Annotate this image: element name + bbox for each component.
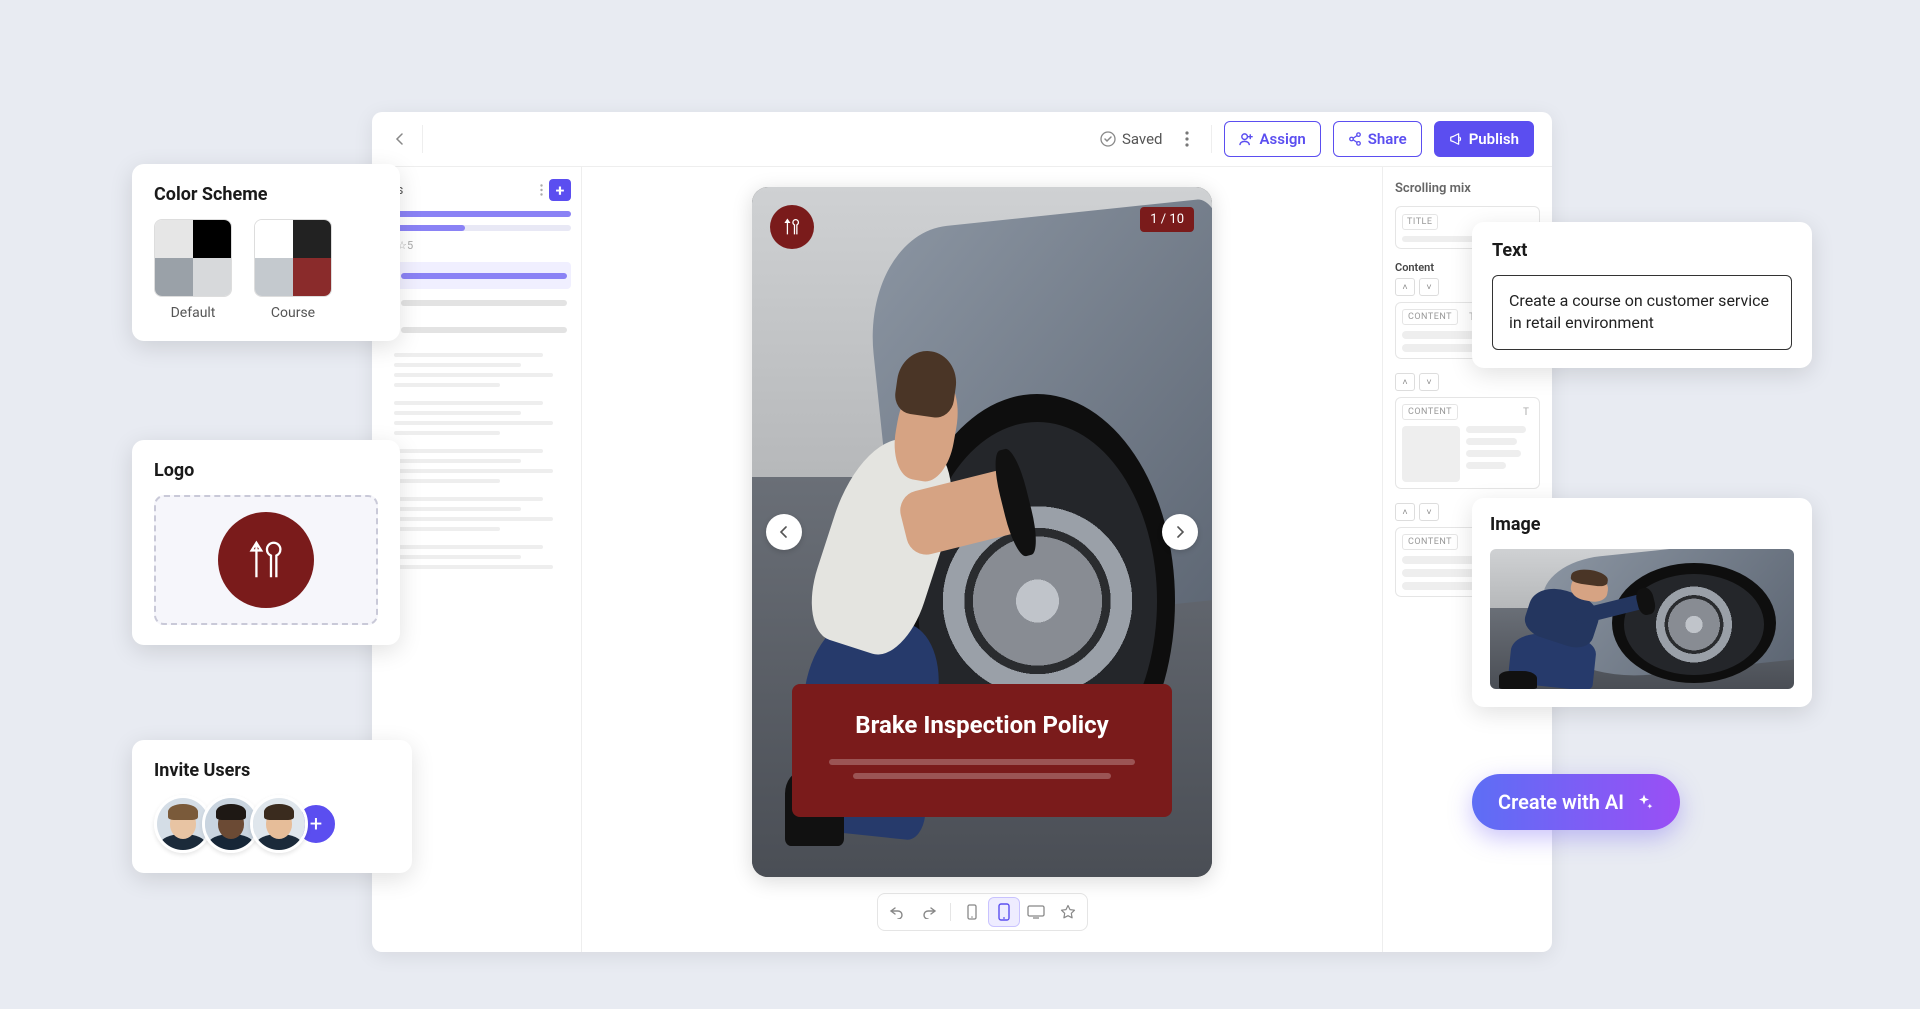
course-swatch-label: Course [271,305,315,321]
vertical-dots-icon [1185,131,1189,147]
text-icon[interactable]: T [1519,405,1533,419]
add-slide-button[interactable]: + [549,179,571,201]
phone-small-button[interactable] [957,898,987,926]
prev-slide-button[interactable] [766,514,802,550]
divider [422,125,423,153]
divider [1211,125,1212,153]
color-scheme-card: Color Scheme Default Course [132,164,400,341]
move-down-button[interactable]: ˅ [1419,373,1439,391]
collapse-sidebar-button[interactable] [390,129,410,149]
slide-notes-placeholder [394,401,571,435]
course-icon-badge [770,205,814,249]
color-scheme-default[interactable] [154,219,232,297]
more-menu-button[interactable] [1175,127,1199,151]
slide-notes-placeholder [394,497,571,531]
image-block-popup: Image [1472,498,1812,707]
move-down-button[interactable]: ˅ [1419,278,1439,296]
phone-icon [967,904,977,920]
tools-icon [243,537,289,583]
megaphone-icon [1449,132,1463,146]
user-plus-icon [1239,132,1254,147]
progress-caption: 00 ☆5 [382,239,571,252]
image-thumbnail[interactable] [1490,549,1794,689]
logo-heading: Logo [154,460,378,481]
slide-notes-placeholder [394,545,571,569]
publish-button[interactable]: Publish [1434,121,1534,157]
favorite-button[interactable] [1053,898,1083,926]
assign-button[interactable]: Assign [1224,121,1321,157]
assign-label: Assign [1260,130,1306,148]
logo-card: Logo [132,440,400,645]
share-icon [1348,132,1362,146]
page-counter: 1 / 10 [1140,207,1194,232]
editor-topbar: Saved Assign Share Publish [372,112,1552,167]
progress-track [382,211,571,217]
inspector-title: Scrolling mix [1395,181,1540,196]
slide-notes-placeholder [394,353,571,387]
publish-label: Publish [1469,130,1519,148]
share-label: Share [1368,130,1407,148]
chevron-left-icon [779,526,789,538]
move-down-button[interactable]: ˅ [1419,503,1439,521]
invite-heading: Invite Users [154,760,390,781]
slide-title: Brake Inspection Policy [816,710,1148,741]
text-popup-heading: Text [1492,240,1792,261]
logo-preview [218,512,314,608]
tools-icon [781,216,803,238]
slide-notes-placeholder [394,449,571,483]
canvas-panel: 1 / 10 Brake Inspection Policy [582,167,1382,952]
sparkle-icon [1634,792,1654,812]
phone-icon [998,903,1010,921]
next-slide-button[interactable] [1162,514,1198,550]
ai-prompt-input[interactable]: Create a course on customer service in r… [1492,275,1792,350]
device-toolbar [877,893,1088,931]
move-up-button[interactable]: ˄ [1395,503,1415,521]
avatar[interactable] [250,795,308,853]
redo-button[interactable] [914,898,944,926]
create-with-ai-button[interactable]: Create with AI [1472,774,1680,830]
editor-window: Saved Assign Share Publish ons + [372,112,1552,952]
saved-indicator: Saved [1100,130,1163,148]
logo-upload-frame[interactable] [154,495,378,625]
saved-label: Saved [1122,130,1163,148]
star-icon [1060,904,1076,920]
progress-track [382,225,571,231]
slide-row[interactable]: 2 [382,289,571,316]
image-popup-heading: Image [1490,514,1794,535]
color-scheme-course[interactable] [254,219,332,297]
text-block-popup: Text Create a course on customer service… [1472,222,1812,368]
phone-large-button[interactable] [989,898,1019,926]
desktop-button[interactable] [1021,898,1051,926]
vertical-dots-icon[interactable] [540,184,543,196]
chevron-right-icon [1175,526,1185,538]
color-scheme-heading: Color Scheme [154,184,378,205]
slide-row[interactable]: 1 [382,262,571,289]
check-circle-icon [1100,131,1116,147]
device-preview: 1 / 10 Brake Inspection Policy [752,187,1212,877]
undo-button[interactable] [882,898,912,926]
title-card: Brake Inspection Policy [792,684,1172,817]
move-up-button[interactable]: ˄ [1395,278,1415,296]
invite-users-card: Invite Users + [132,740,412,873]
slide-row[interactable]: 3 [382,316,571,343]
undo-icon [889,905,905,919]
redo-icon [921,905,937,919]
avatar-list: + [154,795,390,853]
content-item[interactable]: CONTENT T [1395,397,1540,489]
default-swatch-label: Default [171,305,216,321]
share-button[interactable]: Share [1333,121,1422,157]
content-block: ˄˅ CONTENT T [1395,373,1540,489]
desktop-icon [1027,905,1045,919]
move-up-button[interactable]: ˄ [1395,373,1415,391]
ai-button-label: Create with AI [1498,790,1624,814]
